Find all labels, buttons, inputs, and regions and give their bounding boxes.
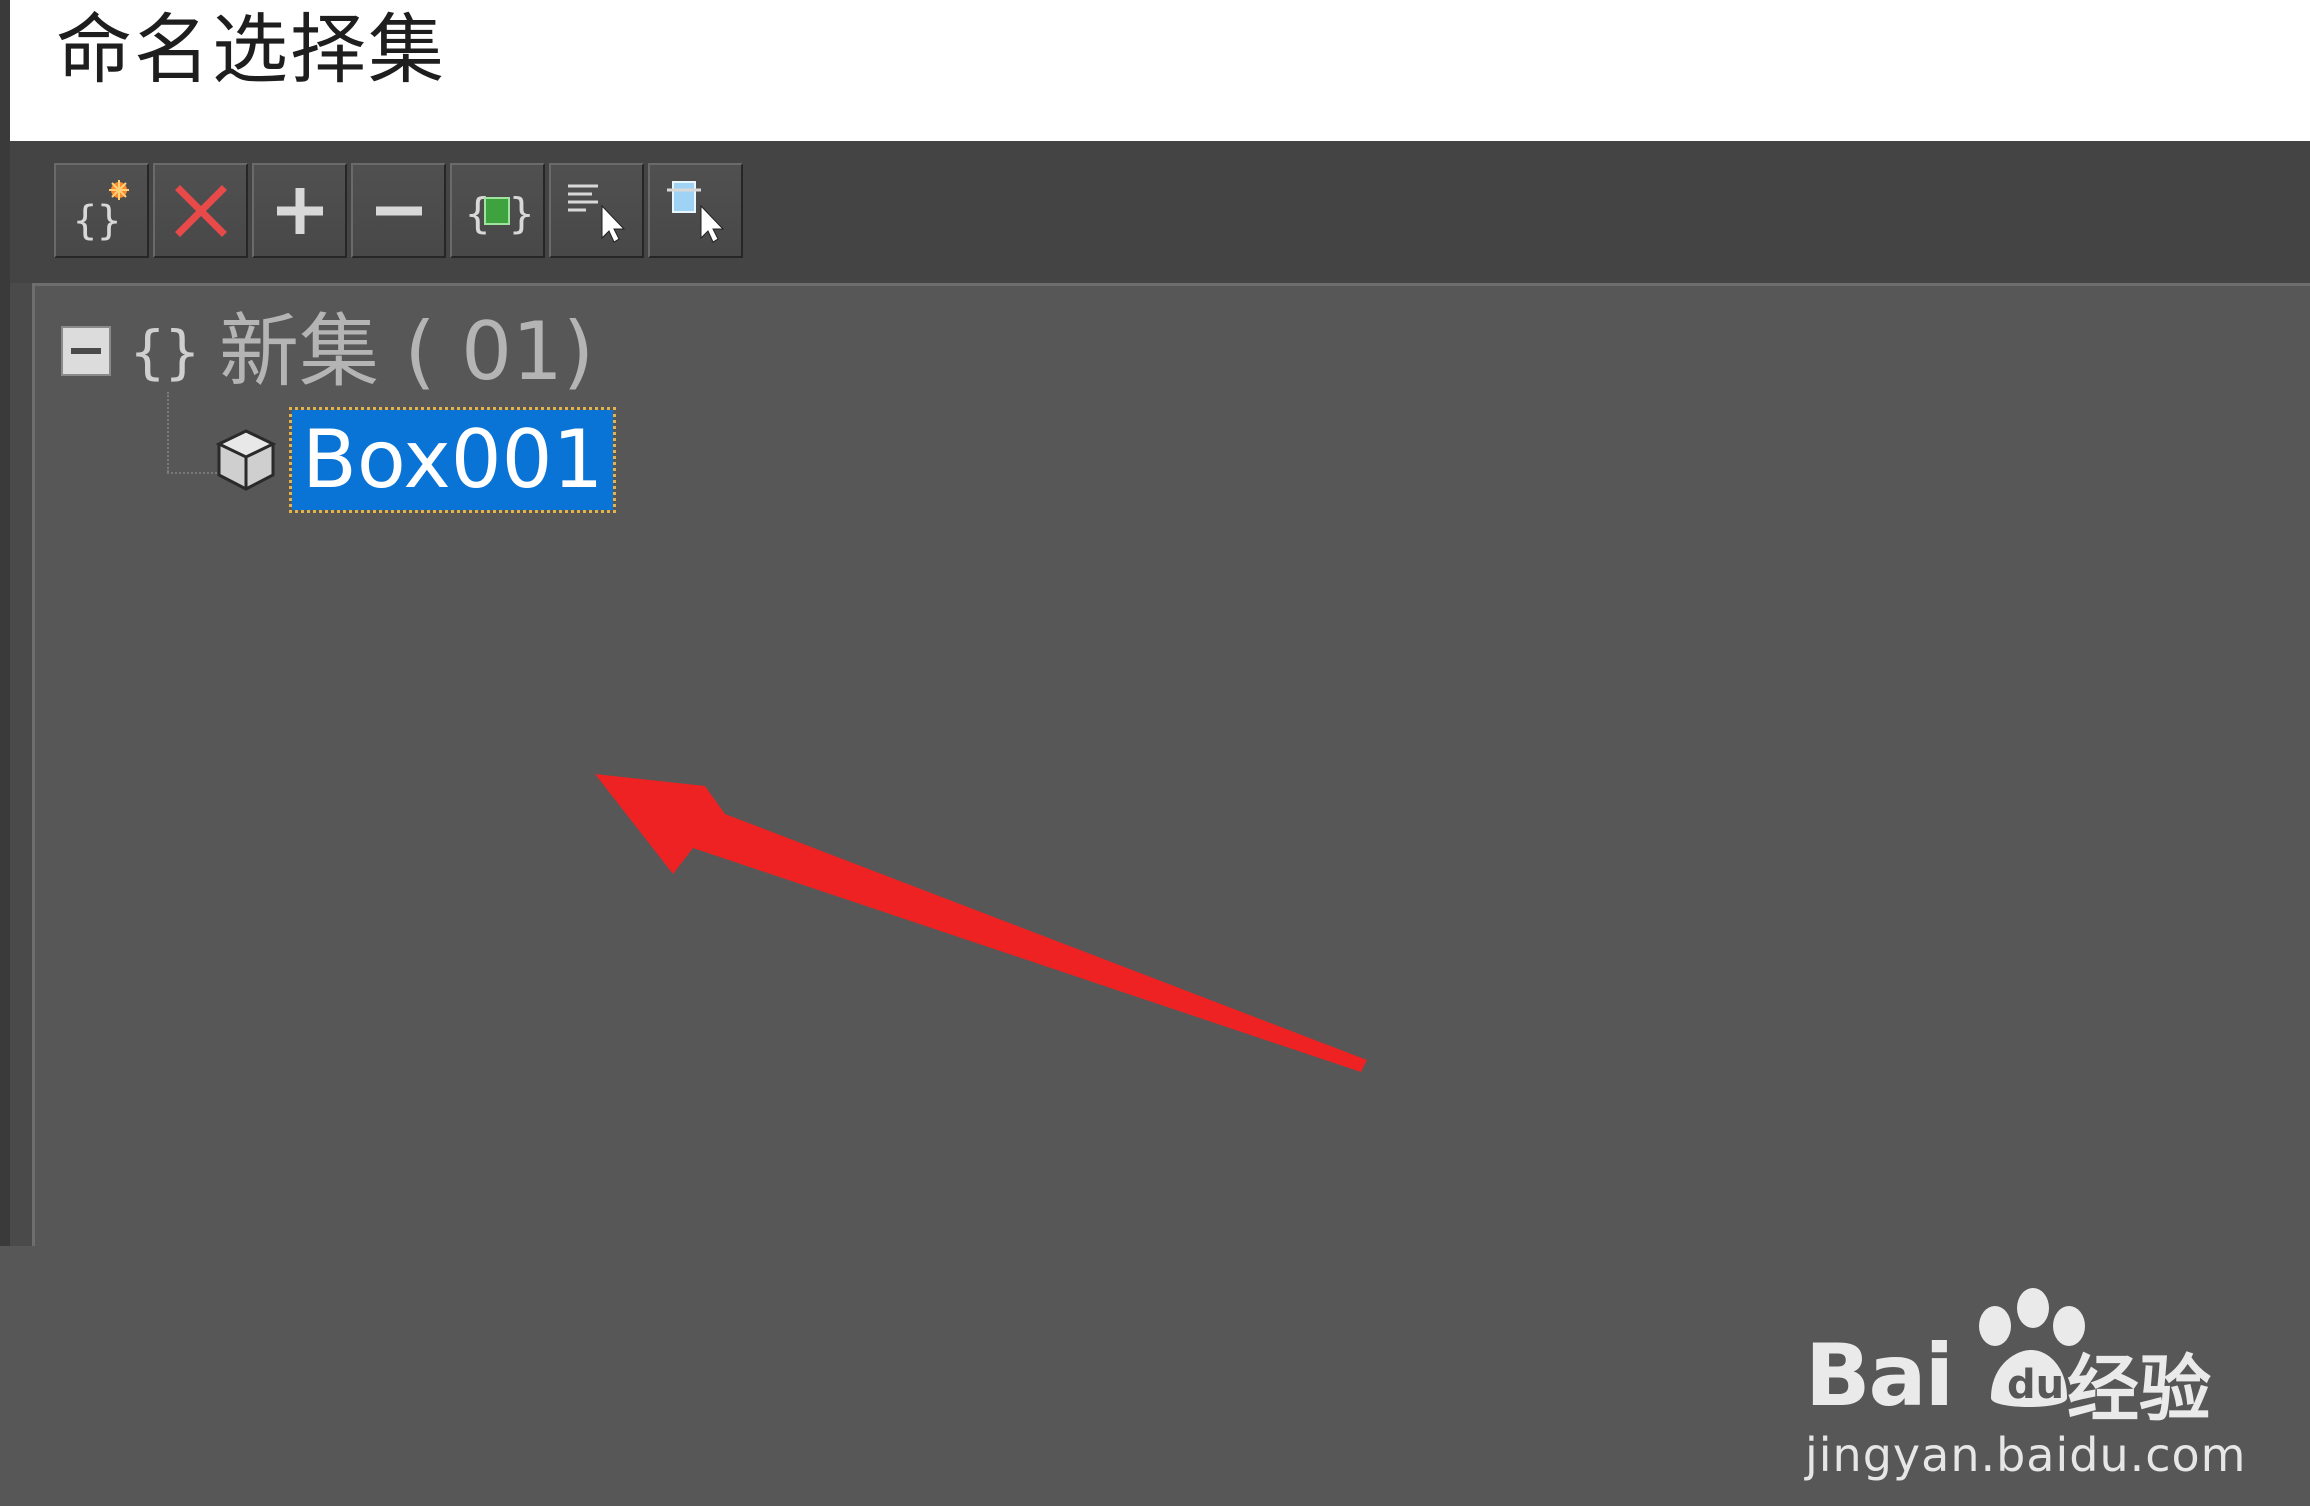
collapse-toggle[interactable] bbox=[61, 326, 111, 376]
add-button[interactable] bbox=[252, 163, 347, 258]
delete-button[interactable] bbox=[153, 163, 248, 258]
subtract-button[interactable] bbox=[351, 163, 446, 258]
svg-text:{}: {} bbox=[73, 198, 121, 244]
toolbar-area: {} { } bbox=[0, 141, 2310, 283]
toolbar: {} { } bbox=[54, 163, 747, 260]
select-by-name-button[interactable] bbox=[549, 163, 644, 258]
tree-connector bbox=[167, 392, 169, 472]
add-icon bbox=[276, 187, 323, 234]
subtract-icon bbox=[375, 206, 422, 215]
window-titlebar: 命名选择集 bbox=[0, 0, 2310, 141]
left-edge-strip bbox=[0, 283, 32, 1246]
watermark-url: jingyan.baidu.com bbox=[1805, 1428, 2247, 1482]
delete-icon bbox=[174, 184, 227, 237]
svg-text:{}: {} bbox=[130, 318, 200, 386]
selection-set-tree[interactable]: {} 新集 ( 01) Box001 Bai du 经验 jingyan.bai… bbox=[32, 283, 2310, 1482]
select-objects-in-set-button[interactable]: { } bbox=[450, 163, 545, 258]
svg-text:}: } bbox=[509, 189, 533, 238]
create-set-icon: {} bbox=[73, 179, 129, 244]
select-objects-in-set-icon: { } bbox=[465, 189, 533, 238]
set-braces-icon: {} bbox=[130, 318, 200, 386]
annotation-arrow bbox=[595, 774, 1367, 1072]
window-title: 命名选择集 bbox=[56, 5, 446, 94]
watermark-brand-prefix: Bai bbox=[1805, 1326, 1954, 1426]
tree-connector-branch bbox=[167, 472, 217, 474]
watermark-brand-suffix: 经验 bbox=[2067, 1347, 2212, 1431]
baidu-jingyan-watermark: Bai du 经验 jingyan.baidu.com bbox=[1805, 1286, 2246, 1506]
object-label-selected[interactable]: Box001 bbox=[288, 407, 617, 513]
highlight-selected-icon bbox=[666, 180, 724, 243]
select-by-name-icon bbox=[567, 184, 625, 243]
set-label[interactable]: 新集 ( 01) bbox=[219, 304, 594, 400]
create-set-button[interactable]: {} bbox=[54, 163, 149, 258]
highlight-selected-button[interactable] bbox=[648, 163, 743, 258]
svg-text:du: du bbox=[2007, 1362, 2064, 1408]
box-object-icon bbox=[215, 429, 277, 491]
